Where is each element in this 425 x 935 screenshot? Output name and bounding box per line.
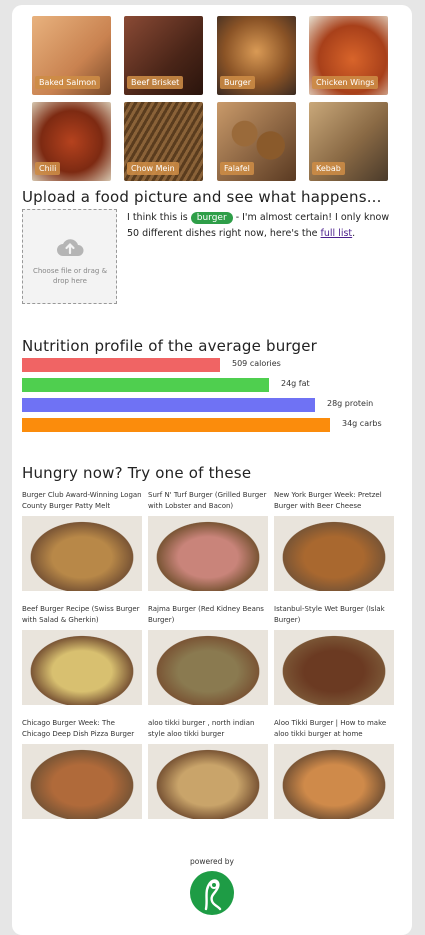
recipe-image[interactable] [22, 744, 142, 819]
gallery-tile-beef-brisket[interactable]: Beef Brisket [124, 16, 203, 95]
recipe-image[interactable] [22, 630, 142, 705]
gallery-tile-baked-salmon[interactable]: Baked Salmon [32, 16, 111, 95]
prediction-end: . [352, 228, 356, 239]
recipe-title[interactable]: Surf N' Turf Burger (Grilled Burger with… [148, 490, 268, 515]
nutrition-bar [22, 398, 315, 412]
recipe-card[interactable]: New York Burger Week: Pretzel Burger wit… [274, 490, 394, 591]
nutrition-bar-label: 24g fat [281, 379, 310, 388]
recipe-title[interactable]: Aloo Tikki Burger | How to make aloo tik… [274, 718, 394, 743]
recipe-image[interactable] [274, 516, 394, 591]
file-dropzone[interactable]: Choose file or drag & drop here [22, 209, 117, 304]
recipe-image[interactable] [148, 744, 268, 819]
prediction-tag: burger [190, 212, 233, 224]
recipe-card[interactable]: Burger Club Award-Winning Logan County B… [22, 490, 142, 591]
prediction-text: I think this is burger - I'm almost cert… [127, 210, 397, 241]
nutrition-bar-label: 509 calories [232, 359, 281, 368]
recipe-title[interactable]: Burger Club Award-Winning Logan County B… [22, 490, 142, 515]
recipe-title[interactable]: New York Burger Week: Pretzel Burger wit… [274, 490, 394, 515]
gallery-tile-chili[interactable]: Chili [32, 102, 111, 181]
cloud-upload-icon [57, 239, 84, 256]
recipe-card[interactable]: Istanbul-Style Wet Burger (Islak Burger) [274, 604, 394, 705]
dropzone-hint: Choose file or drag & drop here [32, 267, 108, 285]
nutrition-heading: Nutrition profile of the average burger [22, 337, 318, 355]
gallery-label: Chow Mein [127, 162, 179, 175]
recipe-card[interactable]: Aloo Tikki Burger | How to make aloo tik… [274, 718, 394, 819]
nutrition-bar-label: 34g carbs [342, 419, 382, 428]
recipe-title[interactable]: aloo tikki burger , north indian style a… [148, 718, 268, 743]
recipe-card[interactable]: Rajma Burger (Red Kidney Beans Burger) [148, 604, 268, 705]
gallery-label: Chicken Wings [312, 76, 379, 89]
recipes-heading: Hungry now? Try one of these [22, 464, 252, 482]
gallery-label: Baked Salmon [35, 76, 101, 89]
recipe-image[interactable] [274, 744, 394, 819]
nutrition-bar-label: 28g protein [327, 399, 374, 408]
gallery-tile-falafel[interactable]: Falafel [217, 102, 296, 181]
recipe-image[interactable] [274, 630, 394, 705]
gallery-label: Chili [35, 162, 61, 175]
nutrition-bar [22, 358, 220, 372]
gallery-label: Falafel [220, 162, 254, 175]
recipe-title[interactable]: Istanbul-Style Wet Burger (Islak Burger) [274, 604, 394, 629]
brand-logo-icon[interactable] [190, 871, 234, 915]
upload-heading: Upload a food picture and see what happe… [22, 188, 382, 206]
gallery-tile-chow-mein[interactable]: Chow Mein [124, 102, 203, 181]
powered-by-label: powered by [190, 857, 234, 866]
gallery-label: Beef Brisket [127, 76, 184, 89]
recipe-card[interactable]: Surf N' Turf Burger (Grilled Burger with… [148, 490, 268, 591]
gallery-tile-chicken-wings[interactable]: Chicken Wings [309, 16, 388, 95]
nutrition-bar [22, 378, 269, 392]
recipe-title[interactable]: Beef Burger Recipe (Swiss Burger with Sa… [22, 604, 142, 629]
nutrition-bar [22, 418, 330, 432]
recipe-title[interactable]: Rajma Burger (Red Kidney Beans Burger) [148, 604, 268, 629]
recipe-image[interactable] [148, 516, 268, 591]
recipe-card[interactable]: aloo tikki burger , north indian style a… [148, 718, 268, 819]
gallery-tile-burger[interactable]: Burger [217, 16, 296, 95]
prediction-prefix: I think this is [127, 212, 188, 223]
gallery-tile-kebab[interactable]: Kebab [309, 102, 388, 181]
recipe-image[interactable] [22, 516, 142, 591]
recipe-card[interactable]: Chicago Burger Week: The Chicago Deep Di… [22, 718, 142, 819]
recipe-title[interactable]: Chicago Burger Week: The Chicago Deep Di… [22, 718, 142, 743]
recipe-card[interactable]: Beef Burger Recipe (Swiss Burger with Sa… [22, 604, 142, 705]
full-list-link[interactable]: full list [321, 228, 353, 239]
recipe-image[interactable] [148, 630, 268, 705]
gallery-label: Burger [220, 76, 255, 89]
content-card: Baked Salmon Beef Brisket Burger Chicken… [12, 5, 412, 935]
gallery-label: Kebab [312, 162, 345, 175]
